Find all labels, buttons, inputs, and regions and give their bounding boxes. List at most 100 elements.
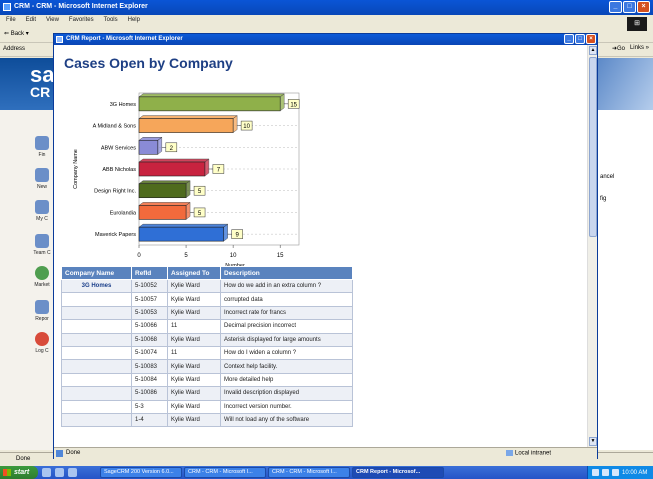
column-header-company[interactable]: Company Name xyxy=(61,266,132,280)
ie-icon[interactable] xyxy=(55,468,64,477)
column-header-assigned-to[interactable]: Assigned To xyxy=(167,266,221,280)
back-button[interactable]: ⇐ Back ▾ xyxy=(4,31,29,37)
table-row[interactable]: 1-4 Kylie Ward Will not load any of the so… xyxy=(61,412,353,428)
sidebar-item-label: Repor xyxy=(35,316,49,322)
links-button[interactable]: Links » xyxy=(630,45,649,51)
quick-launch xyxy=(38,468,98,477)
table-row[interactable]: 5-10057 Kylie Ward corrupted data xyxy=(61,292,353,307)
sidebar-item-label: Team C xyxy=(33,250,51,256)
x-tick-label: 15 xyxy=(277,253,284,259)
sidebar-item-reports[interactable]: Repor xyxy=(30,300,54,322)
sidebar-item-team-crm[interactable]: Team C xyxy=(30,234,54,256)
bar xyxy=(138,96,281,112)
category-label: ABW Services xyxy=(101,145,136,151)
sidebar-item-label: My C xyxy=(36,216,48,222)
start-button[interactable]: start xyxy=(0,466,38,479)
cell-company xyxy=(61,305,132,321)
links-label: Links xyxy=(629,45,644,51)
task-button-crm-report[interactable]: CRM Report - Microsof... xyxy=(352,467,444,478)
menu-bar: File Edit View Favorites Tools Help xyxy=(0,15,653,26)
bar-top xyxy=(138,180,191,184)
cell-refid: 5-10086 xyxy=(131,386,168,401)
scroll-down-icon[interactable]: ▼ xyxy=(589,437,597,446)
desktop-icon[interactable] xyxy=(42,468,51,477)
maximize-button[interactable]: □ xyxy=(623,1,636,13)
security-icon[interactable] xyxy=(612,469,619,476)
volume-icon[interactable] xyxy=(602,469,609,476)
go-button[interactable]: ➜Go xyxy=(612,45,625,52)
minimize-button[interactable]: _ xyxy=(609,1,622,13)
table-row[interactable]: 5-10066 11 Decimal precision incorrect xyxy=(61,319,353,334)
cell-assigned-to: Kylie Ward xyxy=(167,372,221,388)
table-row[interactable]: 3G Homes 5-10052 Kylie Ward How do we add i… xyxy=(61,278,353,294)
zone-label: Local intranet xyxy=(515,450,552,457)
cell-company xyxy=(61,359,132,374)
minimize-button[interactable]: _ xyxy=(564,34,574,44)
sidebar-item-new[interactable]: New xyxy=(30,168,54,190)
popup-title: CRM Report - Microsoft Internet Explorer xyxy=(66,36,183,42)
bar-top xyxy=(138,137,163,141)
clock: 10:00 AM xyxy=(622,469,648,476)
cell-description: Incorrect rate for francs xyxy=(220,305,353,321)
menu-tools[interactable]: Tools xyxy=(104,17,118,26)
menu-view[interactable]: View xyxy=(46,17,59,26)
cell-description: Invalid description displayed xyxy=(220,386,353,401)
popup-window-controls: _ □ × xyxy=(564,34,596,44)
bar xyxy=(138,161,206,177)
table-row[interactable]: 5-10086 Kylie Ward Invalid description dis… xyxy=(61,386,353,401)
cell-refid: 5-10066 xyxy=(131,319,168,334)
table-row[interactable]: 5-10053 Kylie Ward Incorrect rate for fran… xyxy=(61,305,353,321)
sidebar-item-logout[interactable]: Log C xyxy=(30,332,54,354)
cell-assigned-to: Kylie Ward xyxy=(167,412,221,428)
media-icon[interactable] xyxy=(68,468,77,477)
report-title: Cases Open by Company xyxy=(64,55,233,71)
bar-top xyxy=(138,202,191,206)
category-label: ABB Nicholas xyxy=(102,167,136,173)
close-button[interactable]: × xyxy=(637,1,650,13)
report-content: Cases Open by Company 15 3G Homes 10 A Midl… xyxy=(54,45,587,447)
vertical-scrollbar[interactable]: ▲ ▼ xyxy=(587,45,597,447)
table-row[interactable]: 5-10083 Kylie Ward Context help facility. xyxy=(61,359,353,374)
scroll-up-icon[interactable]: ▲ xyxy=(589,46,597,55)
sidebar-item-label: New xyxy=(36,184,47,190)
task-button-crm-1[interactable]: CRM - CRM - Microsoft I... xyxy=(184,467,266,478)
sidebar-item-label: Market xyxy=(34,282,50,288)
column-header-refid[interactable]: RefId xyxy=(131,266,168,280)
table-row[interactable]: 5-10068 Kylie Ward Asterisk displayed for … xyxy=(61,332,353,347)
back-label: Back xyxy=(10,31,25,37)
x-tick-label: 10 xyxy=(230,253,237,259)
cell-assigned-to: 11 xyxy=(167,319,221,334)
cell-assigned-to: Kylie Ward xyxy=(167,305,221,321)
cell-refid: 5-10053 xyxy=(131,305,168,321)
table-row[interactable]: 5-10084 Kylie Ward More detailed help xyxy=(61,372,353,388)
menu-edit[interactable]: Edit xyxy=(26,17,36,26)
sidebar-item-my-crm[interactable]: My C xyxy=(30,200,54,222)
cell-company xyxy=(61,412,132,428)
sidebar-item-label: Fin xyxy=(38,152,46,158)
sidebar-item-find[interactable]: Fin xyxy=(30,136,54,158)
bar xyxy=(138,226,225,242)
menu-file[interactable]: File xyxy=(6,17,16,26)
background-window-title: CRM - CRM - Microsoft Internet Explorer xyxy=(14,3,148,10)
crm-report-window: CRM Report - Microsoft Internet Explorer… xyxy=(53,33,598,459)
category-label: A Midland & Sons xyxy=(93,124,137,130)
bar-top xyxy=(138,223,229,228)
maximize-button[interactable]: □ xyxy=(575,34,585,44)
column-header-description[interactable]: Description xyxy=(220,266,353,280)
close-button[interactable]: × xyxy=(586,34,596,44)
bar-top xyxy=(138,158,210,163)
cell-refid: 5-10074 xyxy=(131,345,168,361)
x-tick-label: 5 xyxy=(184,253,188,259)
table-row[interactable]: 5-3 Kylie Ward Incorrect version number. xyxy=(61,399,353,414)
start-label: start xyxy=(14,469,30,476)
table-row[interactable]: 5-10074 11 How do I widen a column ? xyxy=(61,345,353,361)
y-axis-label: Company Name xyxy=(73,149,79,189)
network-icon[interactable] xyxy=(592,469,599,476)
bar-top xyxy=(138,93,285,98)
scroll-thumb[interactable] xyxy=(589,57,597,237)
sidebar-item-marketing[interactable]: Market xyxy=(30,266,54,288)
task-button-sagecrm[interactable]: SageCRM 200 Version 6.0... xyxy=(100,467,182,478)
menu-help[interactable]: Help xyxy=(128,17,140,26)
task-button-crm-2[interactable]: CRM - CRM - Microsoft I... xyxy=(268,467,350,478)
menu-favorites[interactable]: Favorites xyxy=(69,17,94,26)
